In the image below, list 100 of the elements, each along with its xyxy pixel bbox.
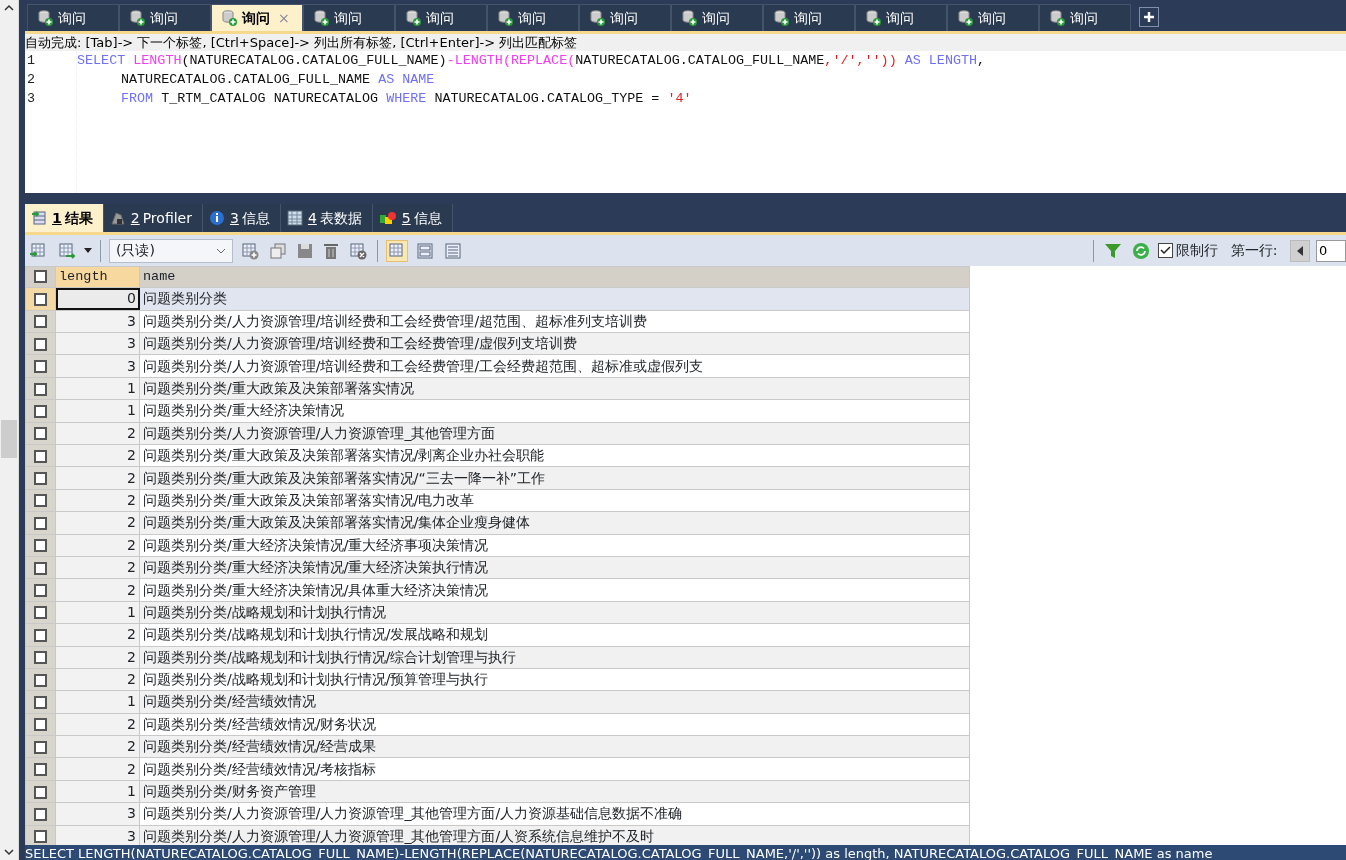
- row-checkbox[interactable]: [25, 780, 56, 803]
- row-checkbox[interactable]: [25, 534, 56, 557]
- query-tab[interactable]: 询问: [579, 4, 671, 31]
- new-tab-button[interactable]: [1139, 7, 1159, 27]
- query-tab[interactable]: 询问 ×: [211, 4, 303, 31]
- row-checkbox[interactable]: [25, 690, 56, 714]
- dropdown-caret-icon[interactable]: [84, 248, 92, 253]
- database-add-icon: [312, 9, 330, 27]
- table-cell: 问题类别分类: [139, 287, 970, 311]
- row-checkbox[interactable]: [25, 735, 56, 758]
- database-add-icon: [956, 9, 974, 27]
- row-checkbox[interactable]: [25, 399, 56, 423]
- table-cell: 问题类别分类/重大政策及决策部署落实情况/集体企业瘦身健体: [139, 511, 970, 535]
- limit-rows-checkbox[interactable]: 限制行: [1158, 240, 1219, 261]
- row-checkbox[interactable]: [25, 601, 56, 624]
- table-cell: 问题类别分类/重大政策及决策部署落实情况/剥离企业办社会职能: [139, 444, 970, 467]
- row-checkbox[interactable]: [25, 668, 56, 691]
- result-tab[interactable]: 1 结果: [25, 204, 104, 232]
- database-add-icon: [1048, 9, 1066, 27]
- table-cell: 问题类别分类/重大经济决策情况: [139, 399, 970, 423]
- row-checkbox[interactable]: [25, 489, 56, 512]
- row-checkbox[interactable]: [25, 511, 56, 535]
- table-cell: 问题类别分类/人力资源管理/培训经费和工会经费管理/超范围、超标准列支培训费: [139, 310, 970, 333]
- row-checkbox[interactable]: [25, 466, 56, 490]
- query-tab[interactable]: 询问: [763, 4, 855, 31]
- query-tab[interactable]: 询问: [487, 4, 579, 31]
- row-checkbox[interactable]: [25, 623, 56, 646]
- scroll-up-icon[interactable]: [4, 4, 14, 11]
- result-tab[interactable]: 5 信息: [372, 204, 453, 232]
- table-cell: 问题类别分类/人力资源管理/人力资源管理_其他管理方面/人资系统信息维护不及时: [139, 825, 970, 845]
- table-cell: 问题类别分类/战略规划和计划执行情况/综合计划管理与执行: [139, 646, 970, 669]
- row-checkbox[interactable]: [25, 578, 56, 602]
- table-cell: 问题类别分类/重大政策及决策部署落实情况/电力改革: [139, 489, 970, 512]
- row-checkbox[interactable]: [25, 377, 56, 400]
- autocomplete-hint: 自动完成: [Tab]-> 下一个标签, [Ctrl+Space]-> 列出所有标签, [Ctrl+Enter]-> 列出匹配标签: [25, 34, 1346, 51]
- line-number: 3: [27, 90, 37, 108]
- table-export-icon: [31, 210, 47, 226]
- row-checkbox[interactable]: [25, 556, 56, 579]
- previous-page-button[interactable]: [1290, 239, 1310, 262]
- scroll-down-icon[interactable]: [4, 849, 14, 856]
- row-checkbox[interactable]: [25, 802, 56, 826]
- query-tab[interactable]: 询问: [1039, 4, 1131, 31]
- row-checkbox[interactable]: [25, 444, 56, 467]
- table-cell: 问题类别分类/经营绩效情况/财务状况: [139, 713, 970, 736]
- table-cell: 问题类别分类/重大政策及决策部署落实情况/“三去一降一补”工作: [139, 466, 970, 490]
- row-checkbox[interactable]: [25, 332, 56, 355]
- row-checkbox[interactable]: [25, 287, 56, 311]
- table-cell: 问题类别分类/人力资源管理/培训经费和工会经费管理/虚假列支培训费: [139, 332, 970, 355]
- row-checkbox[interactable]: [25, 422, 56, 445]
- line-number: 2: [27, 71, 37, 89]
- chevron-down-icon[interactable]: [216, 247, 226, 254]
- query-tab[interactable]: 询问: [303, 4, 395, 31]
- column-header[interactable]: name: [139, 266, 970, 288]
- result-tab[interactable]: 4 表数据: [280, 204, 373, 232]
- table-icon: [286, 210, 303, 226]
- line-number: 1: [27, 52, 37, 70]
- query-tab[interactable]: 询问: [947, 4, 1039, 31]
- table-cell: 问题类别分类/战略规划和计划执行情况: [139, 601, 970, 624]
- row-checkbox[interactable]: [25, 757, 56, 781]
- row-checkbox[interactable]: [25, 310, 56, 333]
- code-line: FROM T_RTM_CATALOG NATURECATALOG WHERE NATURECATALOG.CATALOG_TYPE = '4': [120, 90, 693, 108]
- table-cell: 问题类别分类/经营绩效情况/考核指标: [139, 757, 970, 781]
- scroll-thumb[interactable]: [1, 420, 17, 458]
- table-cell: 问题类别分类/财务资产管理: [139, 780, 970, 803]
- row-checkbox[interactable]: [25, 646, 56, 669]
- database-add-icon: [588, 9, 606, 27]
- result-tab[interactable]: 2 Profiler: [103, 204, 203, 232]
- query-tab[interactable]: 询问: [855, 4, 947, 31]
- left-triangle-icon: [1297, 245, 1303, 256]
- row-checkbox[interactable]: [25, 825, 56, 845]
- database-add-icon: [128, 9, 146, 27]
- table-cell: 问题类别分类/经营绩效情况/经营成果: [139, 735, 970, 758]
- database-add-icon: [864, 9, 882, 27]
- query-tab[interactable]: 询问: [119, 4, 211, 31]
- table-cell: 问题类别分类/人力资源管理/培训经费和工会经费管理/工会经费超范围、超标准或虚假列支: [139, 354, 970, 378]
- table-cell: 问题类别分类/经营绩效情况: [139, 690, 970, 714]
- first-row-label: 第一行:: [1230, 241, 1278, 260]
- database-add-icon: [496, 9, 514, 27]
- table-cell: 问题类别分类/重大政策及决策部署落实情况: [139, 377, 970, 400]
- table-cell: 问题类别分类/战略规划和计划执行情况/发展战略和规划: [139, 623, 970, 646]
- query-tab[interactable]: 询问: [395, 4, 487, 31]
- column-header[interactable]: length: [55, 266, 140, 288]
- row-checkbox[interactable]: [25, 354, 56, 378]
- shapes-icon: [378, 210, 397, 226]
- scrollbar[interactable]: [0, 0, 19, 860]
- table-cell: 问题类别分类/人力资源管理/人力资源管理_其他管理方面/人力资源基础信息数据不准确: [139, 802, 970, 826]
- mode-dropdown[interactable]: (只读): [109, 238, 233, 263]
- database-add-icon: [36, 9, 54, 27]
- query-tab[interactable]: 询问: [27, 4, 119, 31]
- table-cell: 问题类别分类/战略规划和计划执行情况/预算管理与执行: [139, 668, 970, 691]
- row-checkbox[interactable]: [25, 713, 56, 736]
- sql-editor[interactable]: [25, 51, 1346, 193]
- first-row-field[interactable]: 0: [1316, 239, 1346, 262]
- result-tab[interactable]: 3 信息: [202, 204, 281, 232]
- info-icon: [208, 210, 225, 226]
- query-tab[interactable]: 询问: [671, 4, 763, 31]
- code-line: NATURECATALOG.CATALOG_FULL_NAME AS NAME: [120, 71, 436, 89]
- table-cell: 问题类别分类/重大经济决策情况/重大经济事项决策情况: [139, 534, 970, 557]
- select-all-checkbox[interactable]: [25, 266, 56, 288]
- table-cell: 问题类别分类/重大经济决策情况/重大经济决策执行情况: [139, 556, 970, 579]
